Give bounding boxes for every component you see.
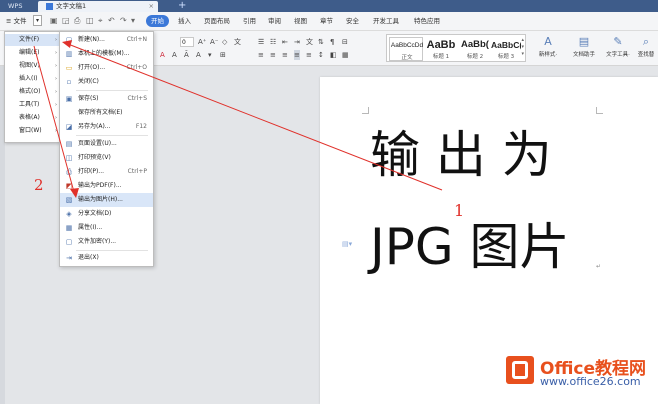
annotation-step-2: 2	[34, 176, 44, 194]
annotation-arrowhead-2	[70, 188, 79, 198]
office-logo-icon	[506, 356, 534, 384]
watermark-logo: Office教程网 www.office26.com	[500, 352, 658, 396]
annotation-step-1: 1	[454, 201, 465, 220]
annotation-arrowhead-1	[62, 40, 72, 48]
annotation-overlay	[33, 40, 443, 198]
annotation-arrow-2	[33, 45, 75, 193]
watermark-url: www.office26.com	[540, 375, 641, 388]
annotation-arrow-1	[67, 43, 443, 191]
logo-mark	[512, 361, 528, 379]
